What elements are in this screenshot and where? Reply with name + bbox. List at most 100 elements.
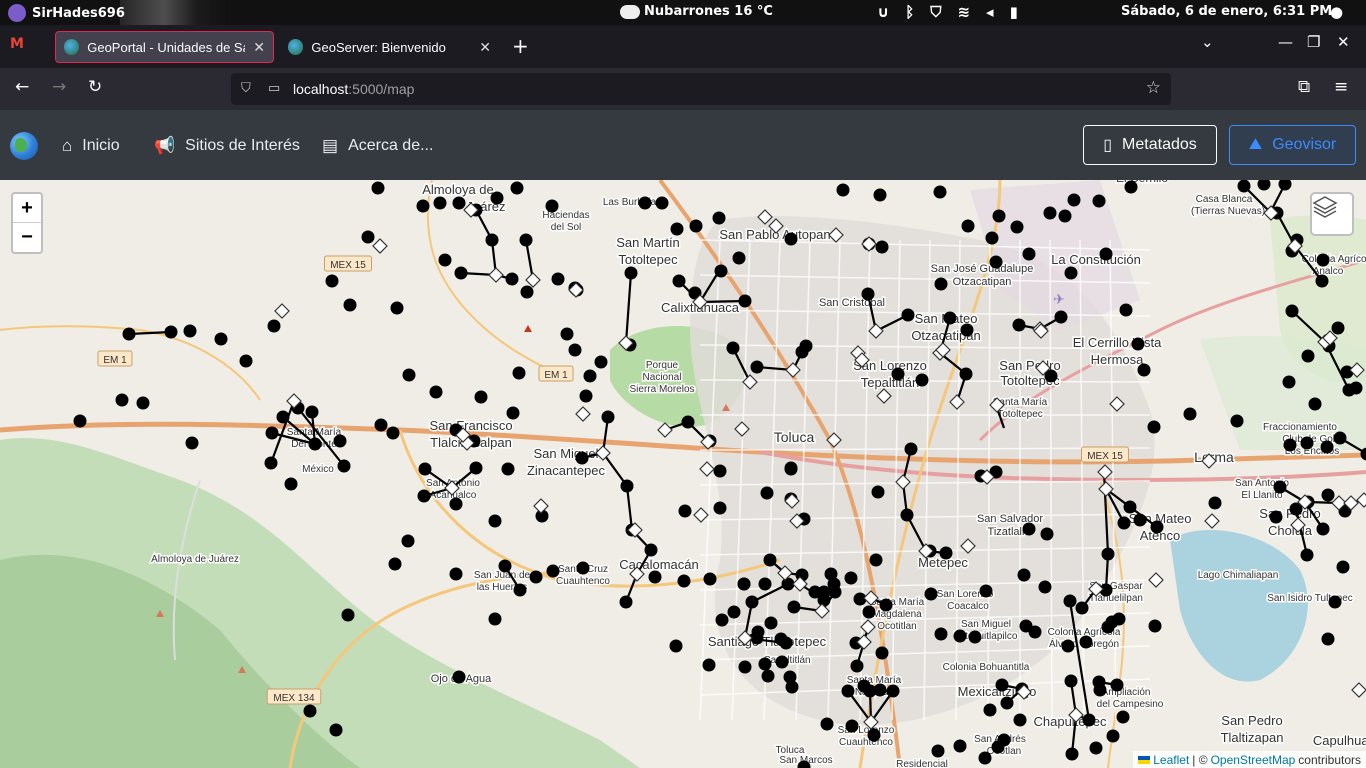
health-unit-marker[interactable]: [960, 323, 974, 337]
health-unit-marker[interactable]: [787, 600, 801, 614]
health-unit-marker[interactable]: [745, 595, 759, 609]
health-unit-marker[interactable]: [678, 504, 692, 518]
health-unit-marker[interactable]: [374, 418, 388, 432]
health-unit-marker[interactable]: [886, 684, 900, 698]
health-unit-marker[interactable]: [386, 426, 400, 440]
health-unit-marker[interactable]: [239, 354, 253, 368]
health-unit-marker[interactable]: [488, 514, 502, 528]
health-unit-marker[interactable]: [594, 355, 608, 369]
health-unit-marker[interactable]: [836, 183, 850, 197]
health-unit-marker[interactable]: [620, 479, 634, 493]
health-unit-marker[interactable]: [875, 240, 889, 254]
health-unit-marker[interactable]: [1150, 520, 1164, 534]
health-unit-marker[interactable]: [510, 181, 524, 195]
os-clock[interactable]: Sábado, 6 de enero, 6:31 PM: [1121, 4, 1332, 19]
health-unit-marker[interactable]: [1089, 741, 1103, 755]
health-unit-marker[interactable]: [433, 196, 447, 210]
health-unit-marker[interactable]: [738, 294, 752, 308]
health-unit-marker[interactable]: [469, 461, 483, 475]
health-unit-marker[interactable]: [1230, 414, 1244, 428]
battery-icon[interactable]: ▮: [1010, 3, 1018, 21]
health-unit-marker[interactable]: [1092, 675, 1106, 689]
health-unit-marker[interactable]: [452, 670, 466, 684]
health-unit-marker[interactable]: [337, 459, 351, 473]
health-unit-marker[interactable]: [551, 272, 565, 286]
health-unit-marker[interactable]: [1064, 674, 1078, 688]
health-unit-marker[interactable]: [841, 684, 855, 698]
health-unit-marker[interactable]: [1333, 431, 1347, 445]
health-unit-marker[interactable]: [844, 571, 858, 585]
health-unit-marker[interactable]: [575, 451, 589, 465]
health-unit-marker[interactable]: [758, 577, 772, 591]
health-unit-marker[interactable]: [1022, 522, 1036, 536]
health-unit-marker[interactable]: [738, 660, 752, 674]
health-unit-marker[interactable]: [784, 232, 798, 246]
nav-link-sitios[interactable]: 📢 Sitios de Interés: [154, 136, 300, 156]
health-unit-marker[interactable]: [401, 534, 415, 548]
health-unit-marker[interactable]: [1349, 381, 1363, 395]
minimize-icon[interactable]: —: [1278, 33, 1293, 51]
bookmark-star-icon[interactable]: ☆: [1146, 78, 1161, 98]
health-unit-marker[interactable]: [712, 211, 726, 225]
health-unit-marker[interactable]: [519, 233, 533, 247]
health-unit-marker[interactable]: [1269, 510, 1283, 524]
health-unit-marker[interactable]: [677, 574, 691, 588]
health-unit-marker[interactable]: [732, 251, 746, 265]
health-unit-marker[interactable]: [1117, 516, 1131, 530]
health-unit-marker[interactable]: [164, 325, 178, 339]
health-unit-marker[interactable]: [418, 462, 432, 476]
health-unit-marker[interactable]: [1331, 321, 1345, 335]
extensions-icon[interactable]: ⧉: [1298, 77, 1310, 97]
health-unit-marker[interactable]: [1316, 253, 1330, 267]
health-unit-marker[interactable]: [784, 462, 798, 476]
health-unit-marker[interactable]: [1028, 625, 1042, 639]
health-unit-marker[interactable]: [1321, 632, 1335, 646]
health-unit-marker[interactable]: [1106, 729, 1120, 743]
health-unit-marker[interactable]: [1273, 480, 1287, 494]
health-unit-marker[interactable]: [953, 739, 967, 753]
health-unit-marker[interactable]: [644, 543, 658, 557]
health-unit-marker[interactable]: [333, 434, 347, 448]
health-unit-marker[interactable]: [1082, 713, 1096, 727]
health-unit-marker[interactable]: [714, 264, 728, 278]
health-unit-marker[interactable]: [934, 627, 948, 641]
health-unit-marker[interactable]: [867, 728, 881, 742]
health-unit-marker[interactable]: [715, 613, 729, 627]
layers-control-button[interactable]: [1310, 192, 1354, 236]
health-unit-marker[interactable]: [871, 485, 885, 499]
health-unit-marker[interactable]: [488, 612, 502, 626]
health-unit-marker[interactable]: [265, 426, 279, 440]
wifi-icon[interactable]: ≋: [957, 3, 970, 21]
health-unit-marker[interactable]: [1147, 420, 1161, 434]
health-unit-marker[interactable]: [1133, 513, 1147, 527]
health-unit-marker[interactable]: [968, 630, 982, 644]
health-unit-marker[interactable]: [1099, 247, 1113, 261]
health-unit-marker[interactable]: [438, 253, 452, 267]
magnet-icon[interactable]: ∪: [877, 3, 889, 21]
health-unit-marker[interactable]: [997, 733, 1011, 747]
health-unit-marker[interactable]: [978, 751, 992, 765]
address-bar[interactable]: ⛉ ▭ localhost:5000/map ☆: [231, 73, 1171, 105]
health-unit-marker[interactable]: [115, 393, 129, 407]
tab-geoportal[interactable]: GeoPortal - Unidades de Sal ✕: [55, 31, 274, 63]
health-unit-marker[interactable]: [601, 410, 615, 424]
health-unit-marker[interactable]: [983, 703, 997, 717]
tab-geoserver[interactable]: GeoServer: Bienvenido ✕: [280, 31, 499, 63]
health-unit-marker[interactable]: [875, 646, 889, 660]
health-unit-marker[interactable]: [638, 196, 652, 210]
health-unit-marker[interactable]: [1283, 438, 1297, 452]
health-unit-marker[interactable]: [506, 406, 520, 420]
map-canvas[interactable]: MEX 15EM 1EM 1MEX 15MEX 134 Almoloya deJ…: [0, 180, 1366, 768]
health-unit-marker[interactable]: [73, 414, 87, 428]
health-unit-marker[interactable]: [1300, 548, 1314, 562]
health-unit-marker[interactable]: [985, 231, 999, 245]
health-unit-marker[interactable]: [1315, 274, 1329, 288]
health-unit-marker[interactable]: [1043, 206, 1057, 220]
health-unit-marker[interactable]: [1321, 488, 1335, 502]
health-unit-marker[interactable]: [820, 717, 834, 731]
osm-link[interactable]: OpenStreetMap: [1211, 753, 1296, 767]
health-unit-marker[interactable]: [329, 723, 343, 737]
health-unit-marker[interactable]: [474, 390, 488, 404]
window-close-icon[interactable]: ✕: [1337, 33, 1350, 51]
health-unit-marker[interactable]: [545, 199, 559, 213]
